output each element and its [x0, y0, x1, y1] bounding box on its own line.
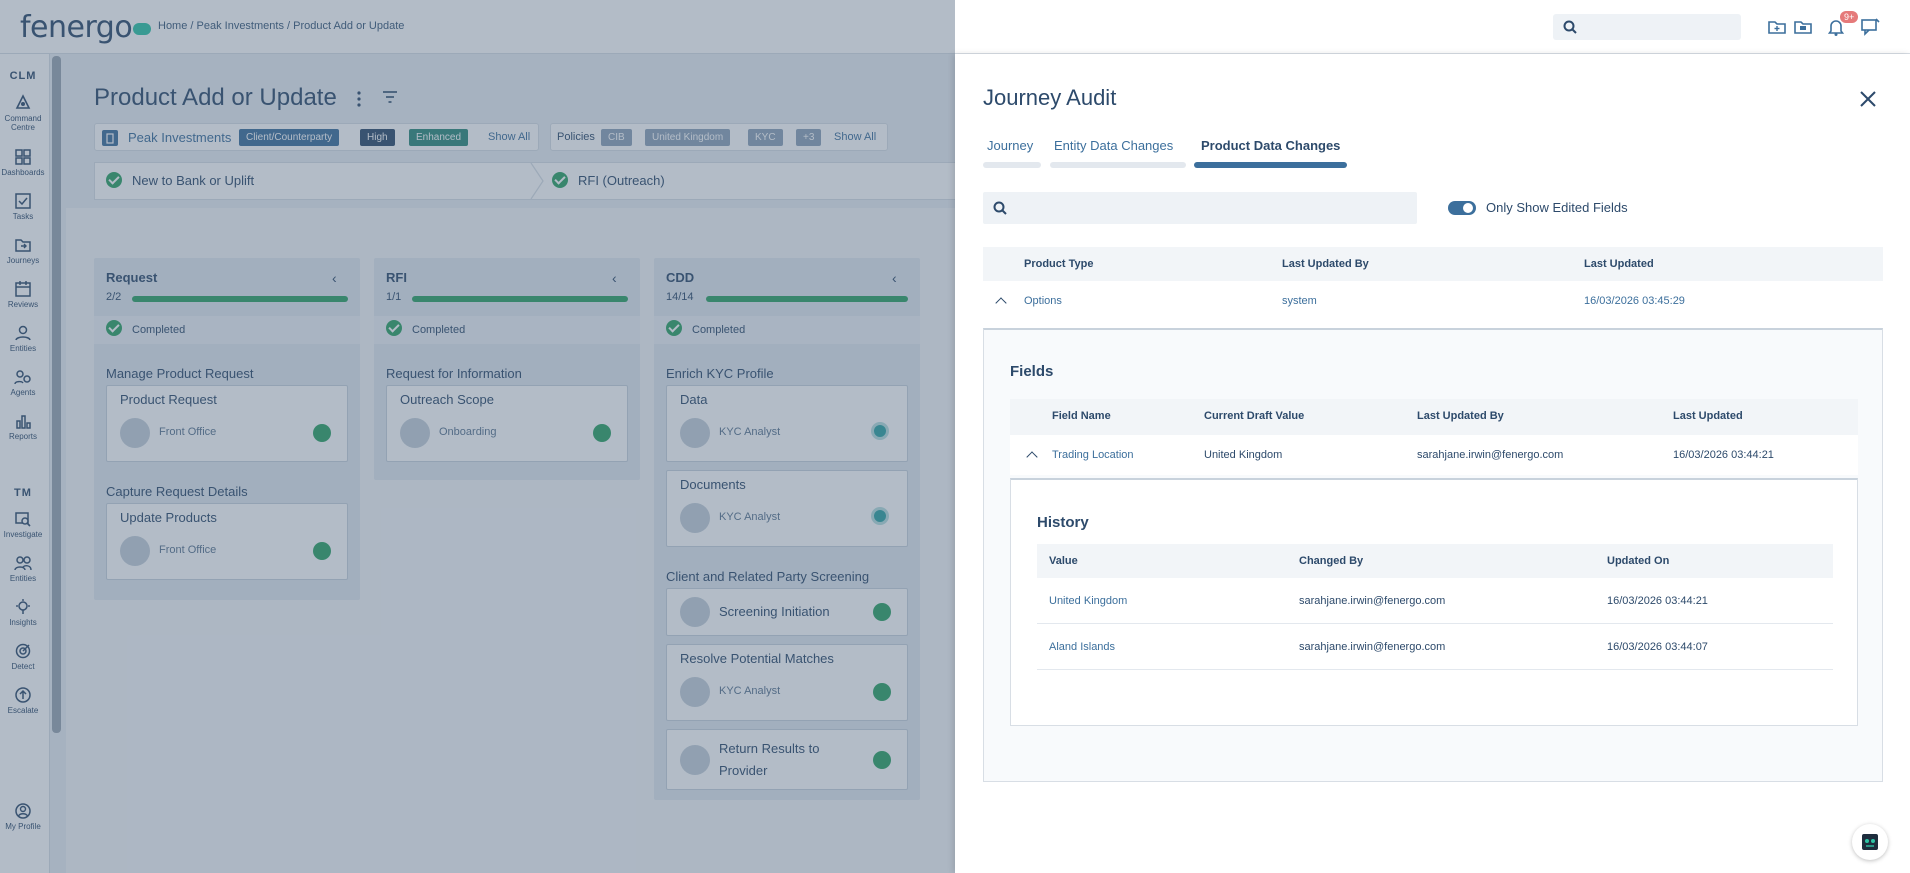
folder-add-icon[interactable] — [1767, 17, 1787, 37]
table-row[interactable]: Trading Location United Kingdom sarahjan… — [1010, 435, 1858, 475]
fields-section: Fields Field Name Current Draft Value La… — [983, 328, 1883, 782]
fields-title: Fields — [1010, 363, 1054, 380]
notification-badge: 9+ — [1840, 11, 1859, 23]
table-row: United Kingdom sarahjane.irwin@fenergo.c… — [1037, 578, 1833, 624]
tab-underline-active — [1194, 162, 1347, 168]
search-icon — [1563, 20, 1577, 34]
only-edited-fields-toggle[interactable] — [1448, 201, 1476, 215]
history-title: History — [1037, 514, 1089, 531]
table-row: Aland Islands sarahjane.irwin@fenergo.co… — [1037, 624, 1833, 670]
table-row[interactable]: Options system 16/03/2026 03:45:29 — [983, 281, 1883, 321]
product-data-table: Product Type Last Updated By Last Update… — [983, 247, 1883, 321]
table-header: Value Changed By Updated On — [1037, 544, 1833, 578]
close-icon[interactable] — [1857, 88, 1879, 110]
tab-underline — [1050, 162, 1186, 168]
tab-underline — [983, 162, 1041, 168]
journey-audit-panel: Journey Audit Journey Entity Data Change… — [955, 54, 1910, 873]
tab-product-data-changes[interactable]: Product Data Changes — [1201, 138, 1340, 153]
chevron-up-icon[interactable] — [995, 297, 1007, 309]
case-folder-icon[interactable] — [1793, 17, 1813, 37]
tab-journey[interactable]: Journey — [987, 138, 1033, 153]
modal-backdrop[interactable] — [0, 0, 955, 873]
audit-search-input[interactable] — [983, 192, 1417, 224]
toggle-label: Only Show Edited Fields — [1486, 200, 1628, 215]
panel-title: Journey Audit — [983, 85, 1117, 110]
assistant-button[interactable] — [1852, 824, 1888, 860]
search-icon — [993, 201, 1007, 215]
tab-entity-data-changes[interactable]: Entity Data Changes — [1054, 138, 1173, 153]
history-table: Value Changed By Updated On United Kingd… — [1037, 544, 1833, 670]
fields-table: Field Name Current Draft Value Last Upda… — [1010, 399, 1858, 475]
table-header: Field Name Current Draft Value Last Upda… — [1010, 399, 1858, 435]
messages-icon[interactable] — [1860, 17, 1880, 37]
assistant-bot-icon — [1862, 834, 1878, 850]
global-search-input[interactable] — [1553, 14, 1741, 40]
history-section: History Value Changed By Updated On Unit… — [1010, 478, 1858, 726]
chevron-up-icon[interactable] — [1026, 451, 1038, 463]
table-header: Product Type Last Updated By Last Update… — [983, 247, 1883, 281]
